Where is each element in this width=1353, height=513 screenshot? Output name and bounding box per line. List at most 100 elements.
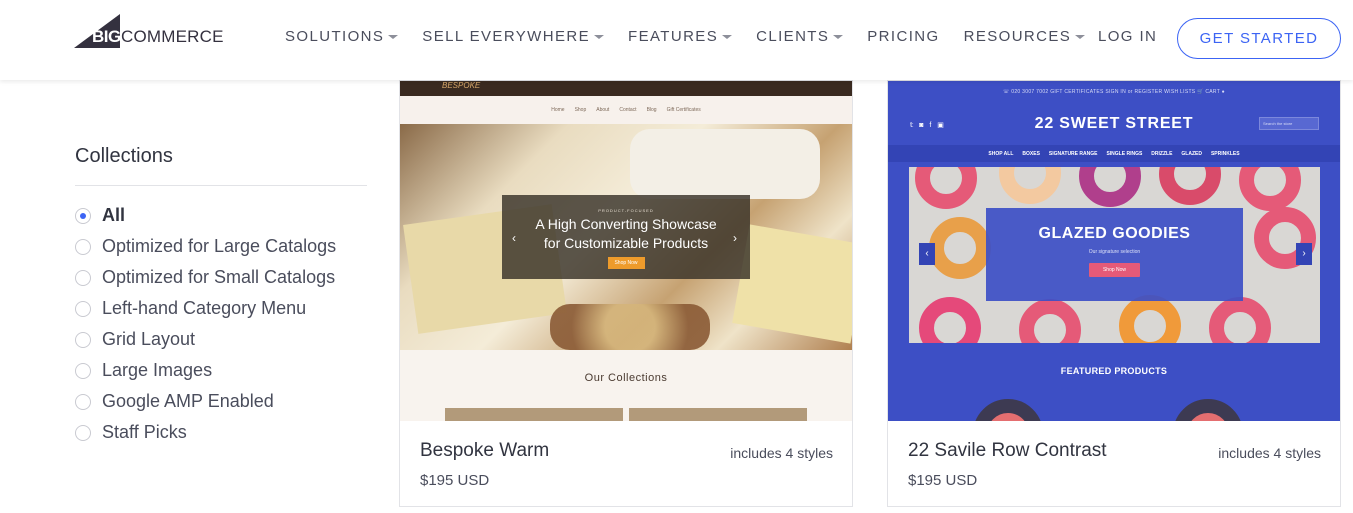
collections-heading: Collections xyxy=(75,145,367,186)
preview-headline-1: A High Converting Showcase xyxy=(535,216,717,232)
nav-features-label: FEATURES xyxy=(628,28,719,45)
cheese-shape xyxy=(732,224,852,344)
logo-commerce-text: COMMERCE xyxy=(121,27,224,46)
chevron-down-icon xyxy=(388,34,399,39)
filter-small-catalogs[interactable]: Optimized for Small Catalogs xyxy=(75,262,367,293)
preview-category: GLAZED xyxy=(1181,150,1202,157)
filter-label: Google AMP Enabled xyxy=(102,391,274,411)
theme-styles-count: includes 4 styles xyxy=(1218,445,1321,461)
filter-large-images[interactable]: Large Images xyxy=(75,355,367,386)
filter-label: Large Images xyxy=(102,360,213,380)
login-link[interactable]: LOG IN xyxy=(1098,28,1157,45)
preview-utility-bar: ☏ 020 3007 7002 GIFT CERTIFICATES SIGN I… xyxy=(1003,89,1225,95)
preview-nav-item: About xyxy=(596,107,610,113)
get-started-button[interactable]: GET STARTED xyxy=(1177,18,1341,59)
collections-sidebar: Collections All Optimized for Large Cata… xyxy=(75,145,367,448)
nav-solutions-label: SOLUTIONS xyxy=(285,28,385,45)
preview-lower-section: Our Collections xyxy=(400,350,852,421)
chevron-down-icon xyxy=(833,34,844,39)
theme-title[interactable]: 22 Savile Row Contrast xyxy=(908,440,1107,462)
cheese-shape xyxy=(630,129,820,199)
nav-sell-everywhere[interactable]: SELL EVERYWHERE xyxy=(422,28,605,45)
bigcommerce-logo[interactable]: BIG COMMERCE xyxy=(74,14,234,50)
donut-shape xyxy=(1209,297,1271,343)
donut-shape xyxy=(1079,167,1141,207)
chevron-left-icon: ‹ xyxy=(512,231,516,245)
chevron-down-icon xyxy=(722,34,733,39)
nav-resources[interactable]: RESOURCES xyxy=(964,28,1086,45)
preview-hero-donuts-image: GLAZED GOODIES Our signature selection S… xyxy=(909,167,1320,343)
preview-nav-item: Contact xyxy=(619,107,637,113)
preview-search-input: Search the store xyxy=(1259,117,1319,130)
theme-price: $195 USD xyxy=(420,472,490,489)
preview-hero-subtitle: Our signature selection xyxy=(1088,249,1141,255)
preview-brand: BESPOKE xyxy=(442,81,481,90)
filter-label: Left-hand Category Menu xyxy=(102,298,307,318)
filter-left-hand-menu[interactable]: Left-hand Category Menu xyxy=(75,293,367,324)
donut-shape xyxy=(919,297,981,343)
theme-card-bespoke-warm[interactable]: BESPOKE Home Shop About Contact Blog Gif… xyxy=(399,80,853,507)
nav-sell-everywhere-label: SELL EVERYWHERE xyxy=(422,28,591,45)
preview-hero-panel: GLAZED GOODIES Our signature selection S… xyxy=(986,208,1243,301)
preview-section-title: Our Collections xyxy=(584,372,668,384)
theme-preview-image[interactable]: ☏ 020 3007 7002 GIFT CERTIFICATES SIGN I… xyxy=(888,81,1340,421)
preview-nav: Home Shop About Contact Blog Gift Certif… xyxy=(400,96,852,124)
theme-title[interactable]: Bespoke Warm xyxy=(420,440,549,462)
radio-icon[interactable] xyxy=(75,393,91,410)
radio-icon[interactable] xyxy=(75,269,91,286)
preview-collection-thumb xyxy=(629,408,807,421)
theme-price: $195 USD xyxy=(908,472,978,489)
preview-topbar: BESPOKE xyxy=(400,81,852,96)
filter-google-amp[interactable]: Google AMP Enabled xyxy=(75,386,367,417)
nav-clients[interactable]: CLIENTS xyxy=(756,28,844,45)
logo-big-text: BIG xyxy=(92,27,121,46)
preview-category: DRIZZLE xyxy=(1151,150,1173,157)
preview-category: SINGLE RINGS xyxy=(1106,150,1143,157)
donut-shape xyxy=(999,167,1061,204)
nav-clients-label: CLIENTS xyxy=(756,28,830,45)
theme-styles-count: includes 4 styles xyxy=(730,445,833,461)
preview-category: SHOP ALL xyxy=(988,150,1014,157)
radio-icon[interactable] xyxy=(75,424,91,441)
radio-icon[interactable] xyxy=(75,238,91,255)
main-nav: SOLUTIONS SELL EVERYWHERE FEATURES CLIEN… xyxy=(285,28,1109,45)
filter-large-catalogs[interactable]: Optimized for Large Catalogs xyxy=(75,231,367,262)
nuts-shape xyxy=(550,304,710,350)
preview-category: BOXES xyxy=(1022,150,1040,157)
collections-filter-list: All Optimized for Large Catalogs Optimiz… xyxy=(75,200,367,448)
radio-icon[interactable] xyxy=(75,300,91,317)
donut-shape xyxy=(1119,295,1181,343)
chevron-right-icon: › xyxy=(1296,243,1312,265)
preview-kicker: PRODUCT-FOCUSED xyxy=(598,208,654,213)
preview-category: SIGNATURE RANGE xyxy=(1048,150,1098,157)
preview-category-bar: SHOP ALL BOXES SIGNATURE RANGE SINGLE RI… xyxy=(888,145,1340,162)
nav-pricing-label: PRICING xyxy=(867,28,940,45)
filter-grid-layout[interactable]: Grid Layout xyxy=(75,324,367,355)
radio-icon[interactable] xyxy=(75,331,91,348)
filter-all[interactable]: All xyxy=(75,200,367,231)
preview-nav-item: Home xyxy=(551,107,565,113)
preview-headline-2: for Customizable Products xyxy=(543,235,709,251)
nav-solutions[interactable]: SOLUTIONS xyxy=(285,28,399,45)
preview-shop-button: Shop Now xyxy=(607,257,645,269)
nav-resources-label: RESOURCES xyxy=(963,28,1072,45)
donut-shape xyxy=(929,217,991,279)
radio-selected-icon[interactable] xyxy=(75,207,91,224)
nav-features[interactable]: FEATURES xyxy=(628,28,733,45)
filter-staff-picks[interactable]: Staff Picks xyxy=(75,417,367,448)
nav-pricing[interactable]: PRICING xyxy=(867,28,939,45)
filter-label: All xyxy=(102,205,126,225)
donut-shape xyxy=(1239,167,1301,211)
preview-nav-item: Gift Certificates xyxy=(666,107,701,113)
filter-label: Grid Layout xyxy=(102,329,196,349)
preview-category: SPRINKLES xyxy=(1210,150,1240,157)
preview-hero-title: GLAZED GOODIES xyxy=(1038,225,1191,242)
radio-icon[interactable] xyxy=(75,362,91,379)
chevron-left-icon: ‹ xyxy=(919,243,935,265)
theme-card-22-savile-row-contrast[interactable]: ☏ 020 3007 7002 GIFT CERTIFICATES SIGN I… xyxy=(887,80,1341,507)
chevron-down-icon xyxy=(594,34,605,39)
filter-label: Optimized for Large Catalogs xyxy=(102,236,337,256)
chevron-down-icon xyxy=(1075,34,1086,39)
preview-shop-button: Shop Now xyxy=(1089,263,1140,277)
theme-preview-image[interactable]: BESPOKE Home Shop About Contact Blog Gif… xyxy=(400,81,852,421)
